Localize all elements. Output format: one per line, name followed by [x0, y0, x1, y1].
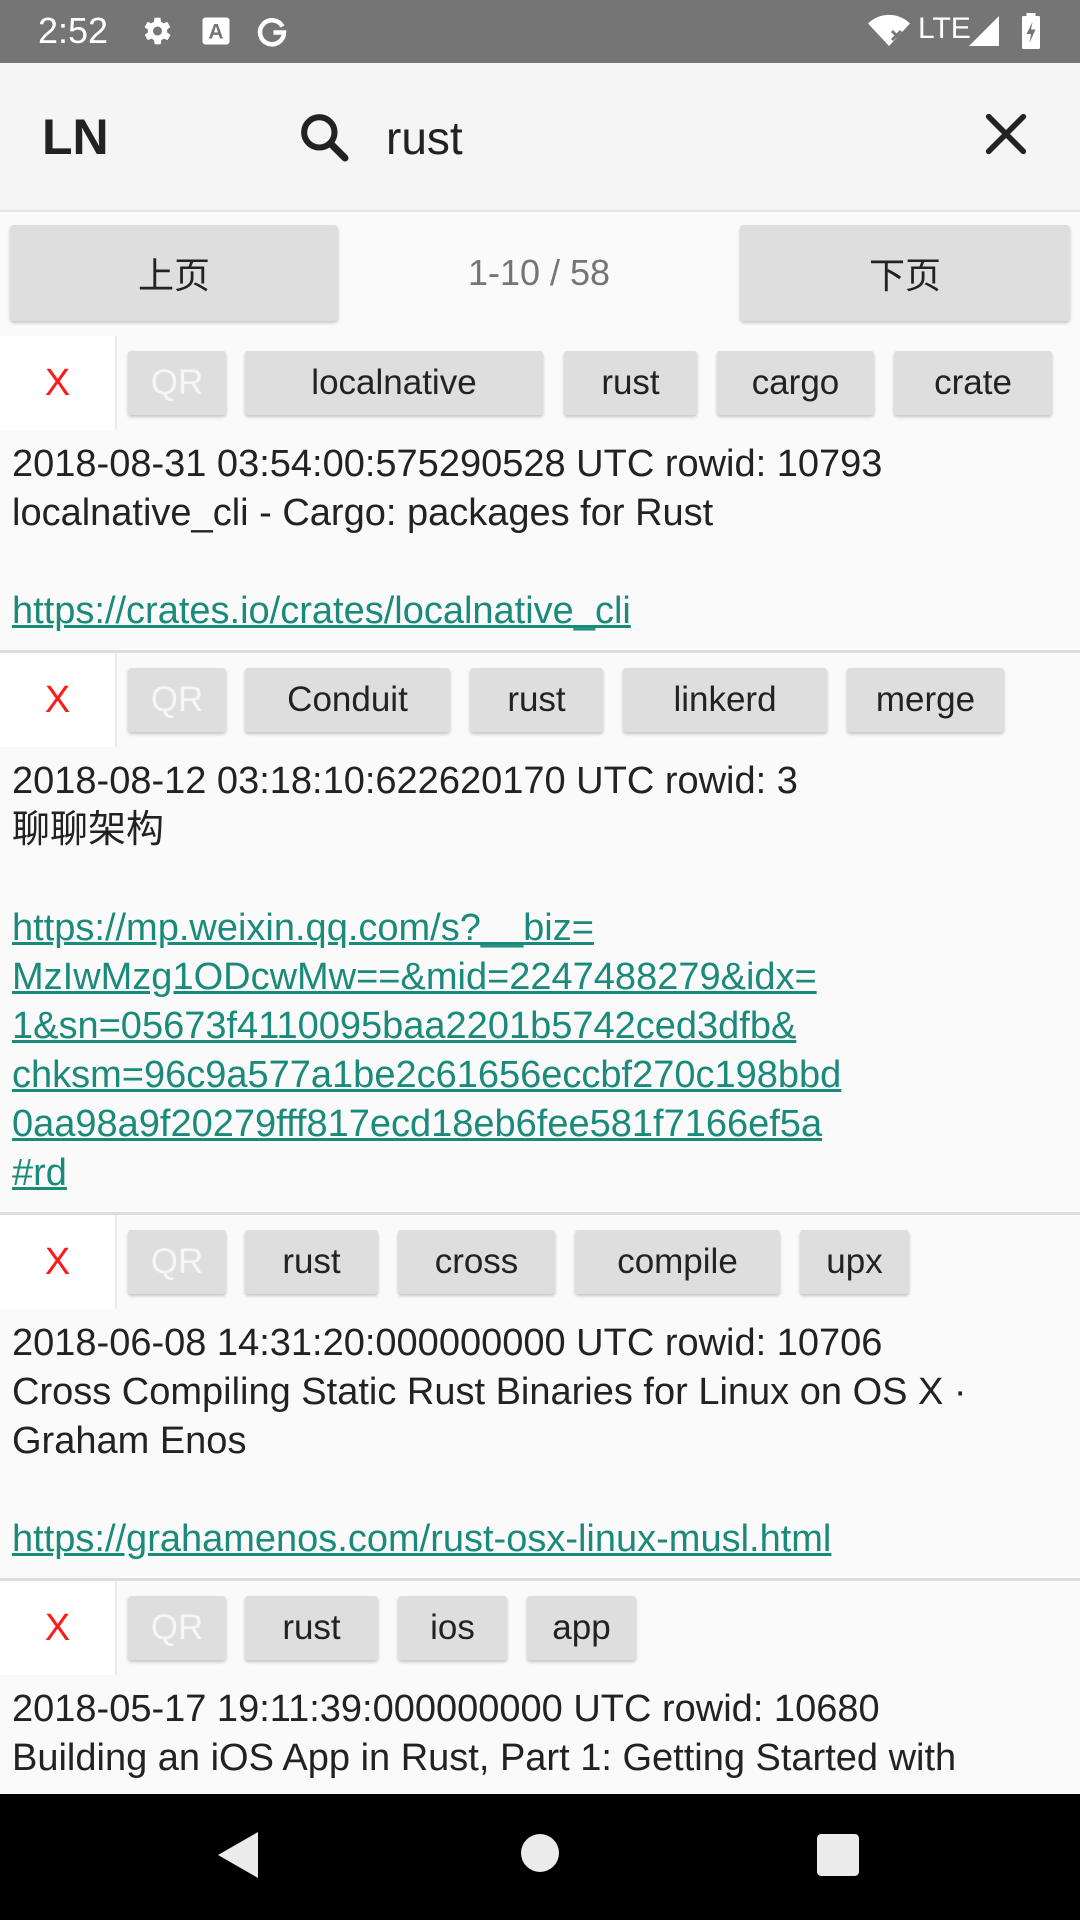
- app-title: LN: [42, 109, 109, 165]
- home-circle-icon[interactable]: [521, 1834, 559, 1872]
- tag-chip[interactable]: linkerd: [623, 668, 827, 732]
- item-title: Cross Compiling Static Rust Binaries for…: [12, 1371, 967, 1413]
- item-link-line: https://mp.weixin.qq.com/s?__biz=: [12, 907, 594, 949]
- tag-chip[interactable]: merge: [847, 668, 1004, 732]
- next-page-button[interactable]: 下页: [740, 225, 1070, 321]
- delete-button[interactable]: X: [0, 653, 117, 747]
- tag-chip[interactable]: cargo: [717, 351, 874, 415]
- tag-chip[interactable]: ios: [398, 1596, 507, 1660]
- qr-button[interactable]: QR: [128, 668, 226, 732]
- item-link[interactable]: https://grahamenos.com/rust-osx-linux-mu…: [12, 1515, 1068, 1564]
- close-icon[interactable]: [980, 108, 1032, 160]
- item-title: Building an iOS App in Rust, Part 1: Get…: [12, 1737, 957, 1779]
- tag-chip[interactable]: upx: [800, 1230, 909, 1294]
- battery-icon: [1022, 13, 1040, 49]
- prev-page-button[interactable]: 上页: [10, 225, 338, 321]
- note-list: X QR localnative rust cargo crate 2018-0…: [0, 336, 1080, 1794]
- tag-chip[interactable]: rust: [470, 668, 603, 732]
- item-body: 2018-05-17 19:11:39:000000000 UTC rowid:…: [0, 1675, 1080, 1794]
- tag-row: X QR Conduit rust linkerd merge: [0, 653, 1080, 747]
- tag-chip[interactable]: crate: [894, 351, 1052, 415]
- item-link-line: chksm=96c9a577a1be2c61656eccbf270c198bbd: [12, 1054, 842, 1096]
- tag-chip[interactable]: localnative: [245, 351, 543, 415]
- item-link-line: 1&sn=05673f4110095baa2201b5742ced3dfb&: [12, 1005, 797, 1047]
- tag-chip[interactable]: cross: [398, 1230, 555, 1294]
- tag-chip[interactable]: rust: [245, 1230, 378, 1294]
- item-link[interactable]: https://mp.weixin.qq.com/s?__biz= MzIwMz…: [12, 904, 1068, 1198]
- back-triangle-icon[interactable]: [216, 1830, 260, 1880]
- search-input[interactable]: [382, 105, 942, 171]
- status-bar: 2:52 A LTE: [0, 0, 1080, 63]
- list-item: X QR rust cross compile upx 2018-06-08 1…: [0, 1215, 1080, 1581]
- network-label: LTE: [918, 12, 971, 45]
- tag-row: X QR rust ios app: [0, 1581, 1080, 1675]
- page-info: 1-10 / 58: [467, 252, 611, 293]
- a-icon: A: [202, 17, 230, 45]
- list-item: X QR Conduit rust linkerd merge 2018-08-…: [0, 653, 1080, 1215]
- tag-chip[interactable]: Conduit: [245, 668, 450, 732]
- item-body: 2018-08-12 03:18:10:622620170 UTC rowid:…: [0, 747, 1080, 1212]
- navigation-bar: [0, 1794, 1080, 1920]
- item-link-line: #rd: [12, 1152, 67, 1194]
- app-bar: LN: [0, 63, 1080, 212]
- item-link-line: MzIwMzg1ODcwMw==&mid=2247488279&idx=: [12, 956, 817, 998]
- item-meta: 2018-05-17 19:11:39:000000000 UTC rowid:…: [12, 1688, 880, 1730]
- status-time: 2:52: [38, 10, 109, 51]
- item-meta: 2018-08-12 03:18:10:622620170 UTC rowid:…: [12, 760, 798, 802]
- delete-button[interactable]: X: [0, 1215, 117, 1309]
- list-item: X QR localnative rust cargo crate 2018-0…: [0, 336, 1080, 653]
- item-title: localnative_cli - Cargo: packages for Ru…: [12, 492, 714, 534]
- list-item: X QR rust ios app 2018-05-17 19:11:39:00…: [0, 1581, 1080, 1794]
- svg-text:A: A: [208, 21, 223, 44]
- tag-row: X QR localnative rust cargo crate: [0, 336, 1080, 430]
- tag-chip[interactable]: app: [527, 1596, 636, 1660]
- gear-icon: [144, 17, 171, 45]
- qr-button[interactable]: QR: [128, 351, 226, 415]
- qr-button[interactable]: QR: [128, 1596, 226, 1660]
- google-icon: [257, 18, 287, 47]
- item-title: 聊聊架构: [12, 809, 165, 851]
- delete-button[interactable]: X: [0, 336, 117, 430]
- tag-chip[interactable]: compile: [575, 1230, 780, 1294]
- delete-button[interactable]: X: [0, 1581, 117, 1675]
- item-link-line: 0aa98a9f20279fff817ecd18eb6fee581f7166ef…: [12, 1103, 823, 1145]
- tag-row: X QR rust cross compile upx: [0, 1215, 1080, 1309]
- tag-chip[interactable]: rust: [245, 1596, 378, 1660]
- tag-chip[interactable]: rust: [564, 351, 697, 415]
- search-icon: [301, 114, 349, 162]
- item-meta: 2018-08-31 03:54:00:575290528 UTC rowid:…: [12, 443, 883, 485]
- item-body: 2018-08-31 03:54:00:575290528 UTC rowid:…: [0, 430, 1080, 650]
- item-link[interactable]: https://crates.io/crates/localnative_cli: [12, 587, 1068, 636]
- recents-square-icon[interactable]: [817, 1834, 859, 1876]
- wifi-icon: [868, 14, 910, 46]
- item-meta: 2018-06-08 14:31:20:000000000 UTC rowid:…: [12, 1322, 883, 1364]
- qr-button[interactable]: QR: [128, 1230, 226, 1294]
- signal-icon: [969, 16, 999, 46]
- item-body: 2018-06-08 14:31:20:000000000 UTC rowid:…: [0, 1309, 1080, 1578]
- item-title: Graham Enos: [12, 1420, 247, 1462]
